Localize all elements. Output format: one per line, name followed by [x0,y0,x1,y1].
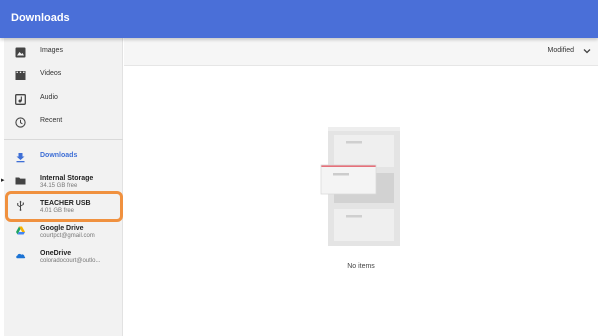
sidebar-item-google-drive[interactable]: Google Drive courtpct@gmail.com [4,219,123,241]
sidebar-item-internal-storage[interactable]: Internal Storage 34.15 GB free [4,169,123,191]
folder-icon [13,173,27,187]
sidebar-item-recent[interactable]: Recent [4,111,123,133]
sidebar-item-label: Images [40,47,63,54]
expand-arrow-icon[interactable]: ▸ [1,176,5,184]
video-icon [13,68,27,82]
sidebar-item-label: Google Drive [40,225,84,232]
sidebar-item-label: Recent [40,117,63,124]
sidebar-item-label: OneDrive [40,250,72,257]
header-title: Downloads [11,12,70,24]
sidebar-item-downloads[interactable]: Downloads [4,146,123,168]
sidebar-item-label: Videos [40,70,62,77]
account-email-text: coloradocourt@outlo... [40,258,101,264]
sidebar-item-audio[interactable]: Audio [4,88,123,110]
sort-dropdown[interactable]: Modified [548,47,574,54]
chevron-down-icon[interactable] [581,44,593,56]
sidebar-item-label: Audio [40,94,58,101]
sidebar-item-onedrive[interactable]: OneDrive coloradocourt@outlo... [4,244,123,266]
file-list-area: Modified No items [124,38,598,336]
sidebar: Images Videos Audio Recent Downloads Int… [4,38,123,336]
clock-icon [13,115,27,129]
download-icon [13,150,27,164]
empty-state-text: No items [347,263,375,270]
sidebar-item-label: Downloads [40,152,78,159]
toolbar: Modified [124,38,598,66]
account-email-text: courtpct@gmail.com [40,233,95,239]
google-drive-icon [13,223,27,237]
onedrive-icon [13,248,27,262]
usb-highlight-annotation [5,191,123,222]
sidebar-item-videos[interactable]: Videos [4,64,123,86]
sidebar-item-images[interactable]: Images [4,41,123,63]
sidebar-divider [4,139,123,140]
image-icon [13,45,27,59]
empty-folder-illustration [320,127,404,252]
app-header: Downloads [0,0,598,38]
storage-free-text: 34.15 GB free [40,183,78,189]
audio-icon [13,92,27,106]
sidebar-item-label: Internal Storage [40,175,94,182]
